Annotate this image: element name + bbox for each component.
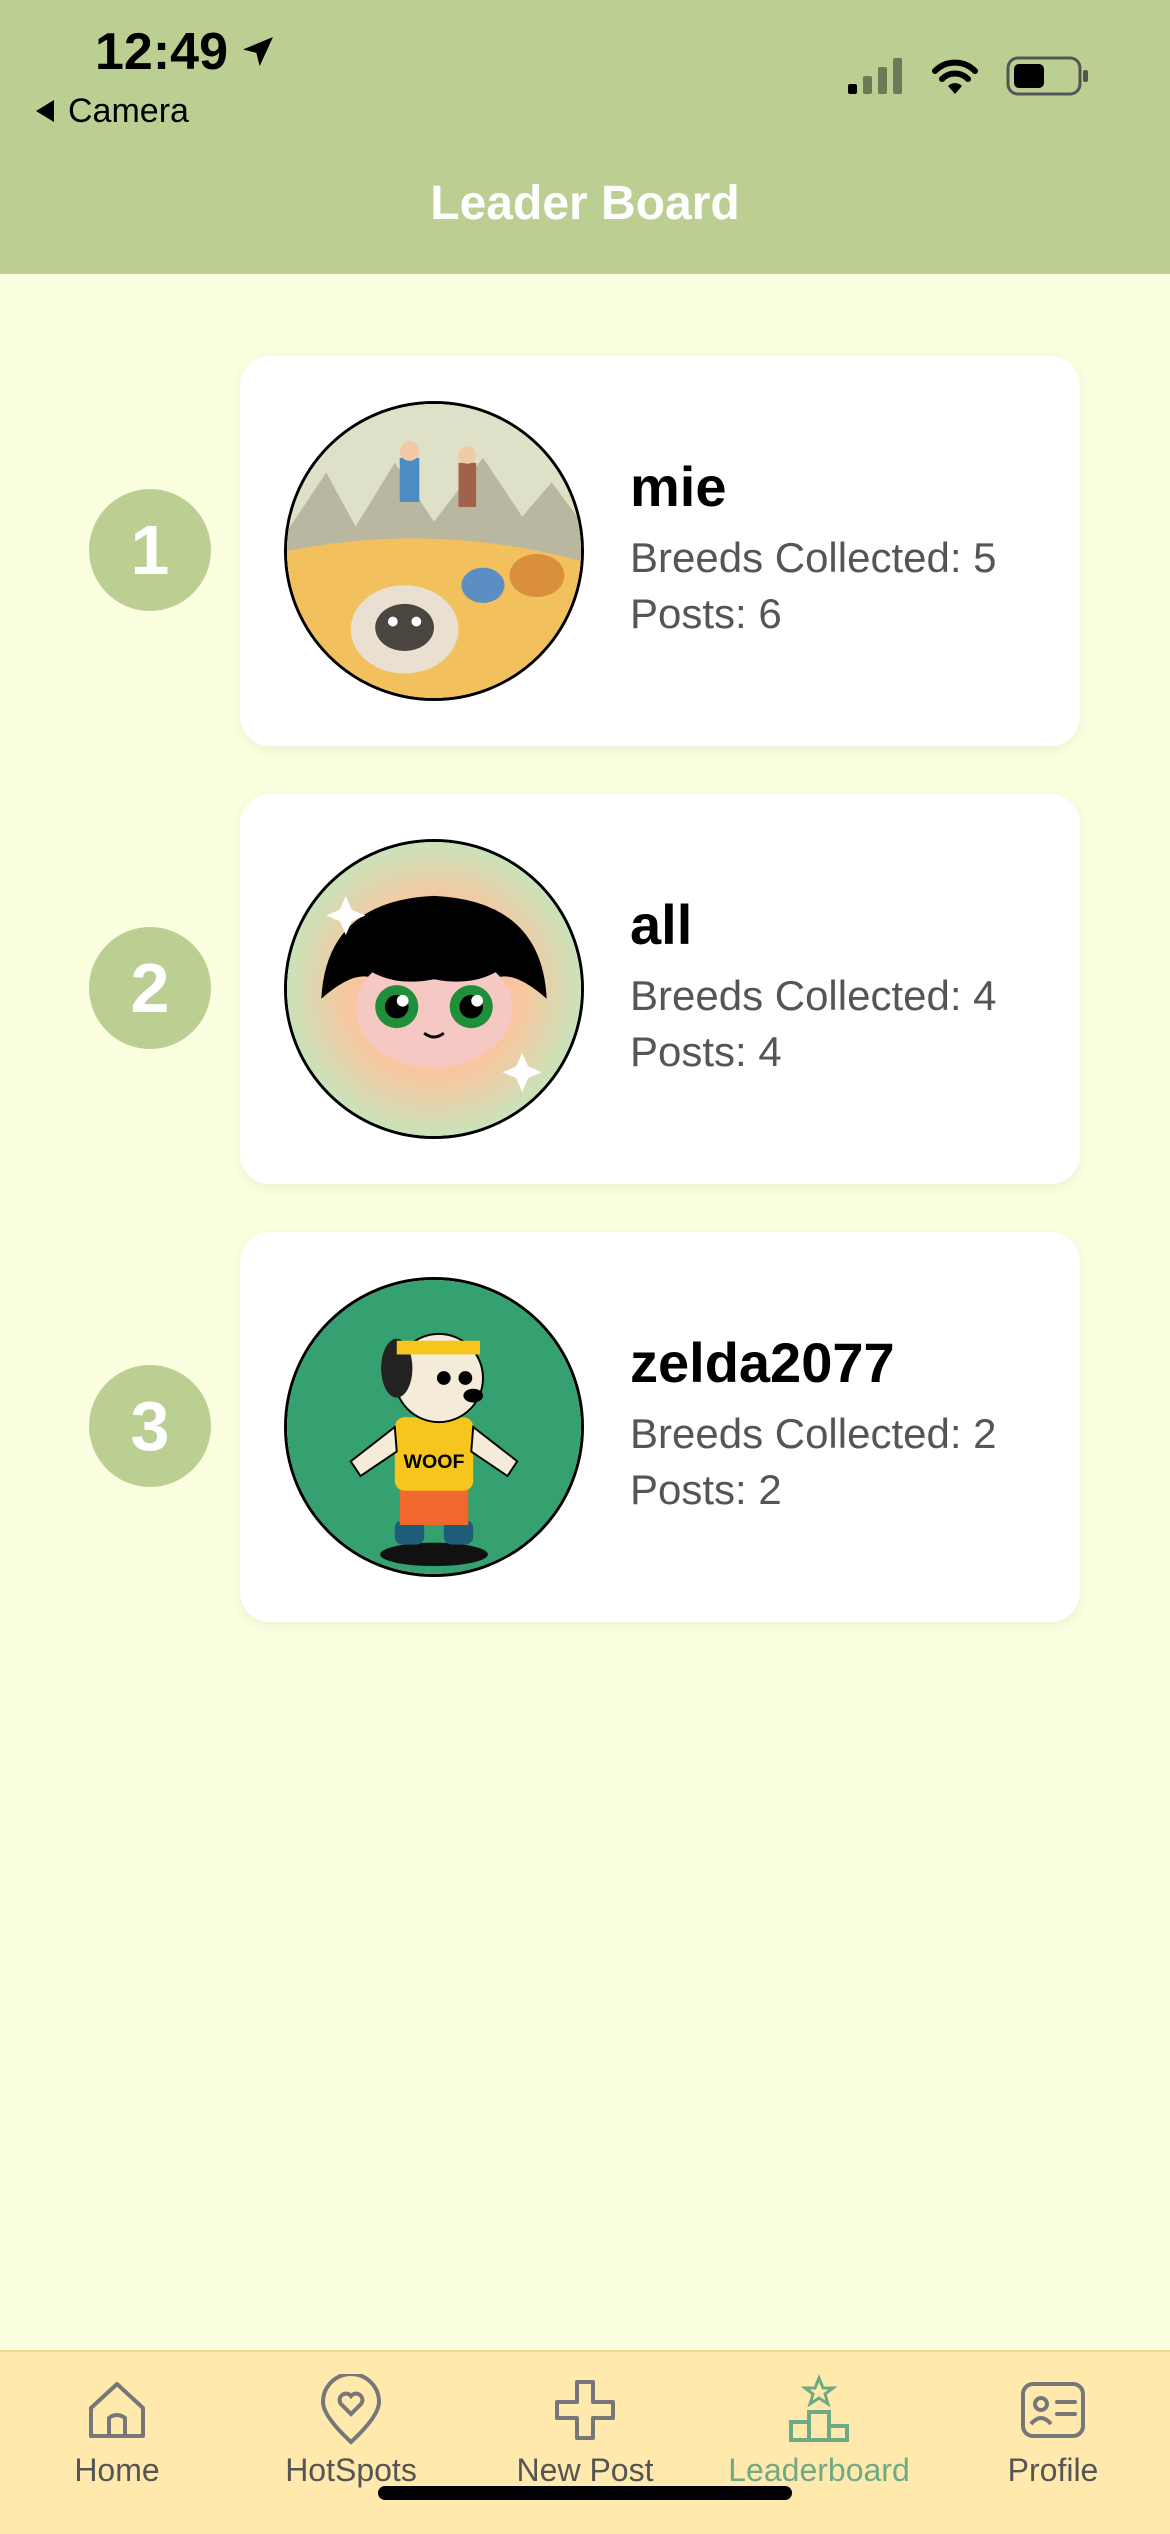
podium-icon <box>789 2374 849 2442</box>
location-arrow-icon <box>243 37 273 67</box>
posts-count-text: Posts: 2 <box>630 1466 782 1513</box>
tab-label: Home <box>74 2452 160 2488</box>
back-to-app-link[interactable]: Camera <box>36 92 189 131</box>
breeds-collected-text: Breeds Collected: 4 <box>630 972 997 1019</box>
back-triangle-icon <box>36 92 56 131</box>
tab-label: Leaderboard <box>728 2452 910 2488</box>
leader-card[interactable]: all Breeds Collected: 4 Posts: 4 <box>240 794 1080 1184</box>
rank-badge: 3 <box>89 1365 211 1487</box>
signal-icon <box>848 58 902 94</box>
tab-new-post[interactable]: New Post <box>468 2374 702 2489</box>
tab-home[interactable]: Home <box>0 2374 234 2489</box>
tab-label: Profile <box>1007 2452 1099 2488</box>
tab-label: New Post <box>516 2452 654 2488</box>
tab-hotspots[interactable]: HotSpots <box>234 2374 468 2489</box>
tab-leaderboard[interactable]: Leaderboard <box>702 2374 936 2489</box>
tab-bar: Home HotSpots New Post Leaderboard Profi… <box>0 2350 1170 2534</box>
breeds-collected-text: Breeds Collected: 2 <box>630 1410 997 1457</box>
status-time: 12:49 <box>95 22 278 82</box>
id-card-icon <box>1021 2382 1085 2438</box>
avatar: WOOF <box>284 1277 584 1577</box>
svg-text:WOOF: WOOF <box>404 1451 465 1473</box>
posts-count-text: Posts: 6 <box>630 590 782 637</box>
user-name: all <box>630 893 693 956</box>
plus-icon <box>555 2380 615 2440</box>
page-title: Leader Board <box>430 177 740 230</box>
home-indicator[interactable] <box>378 2486 792 2500</box>
avatar <box>284 401 584 701</box>
tab-profile[interactable]: Profile <box>936 2374 1170 2489</box>
leader-row: 1 mie Breeds Collected: 5 Posts: 6 <box>0 356 1170 746</box>
status-indicators <box>822 56 1090 96</box>
leader-card[interactable]: mie Breeds Collected: 5 Posts: 6 <box>240 356 1080 746</box>
wifi-icon <box>932 59 978 94</box>
heart-pin-icon <box>320 2374 382 2445</box>
user-name: mie <box>630 455 727 518</box>
time-text: 12:49 <box>95 23 228 81</box>
rank-badge: 1 <box>89 489 211 611</box>
back-app-label: Camera <box>68 92 189 130</box>
posts-count-text: Posts: 4 <box>630 1028 782 1075</box>
header-bar: 12:49 Camera Leader Board <box>0 0 1170 274</box>
avatar <box>284 839 584 1139</box>
house-icon <box>89 2382 145 2438</box>
breeds-collected-text: Breeds Collected: 5 <box>630 534 997 581</box>
tab-label: HotSpots <box>285 2452 417 2488</box>
rank-badge: 2 <box>89 927 211 1049</box>
leader-row: 3 WOOF zelda2077 Breeds Collected: 2 Pos… <box>0 1232 1170 1622</box>
battery-icon <box>1006 56 1088 96</box>
user-name: zelda2077 <box>630 1331 895 1394</box>
leader-row: 2 all Breeds Collected: 4 Posts: 4 <box>0 794 1170 1184</box>
leader-card[interactable]: WOOF zelda2077 Breeds Collected: 2 Posts… <box>240 1232 1080 1622</box>
